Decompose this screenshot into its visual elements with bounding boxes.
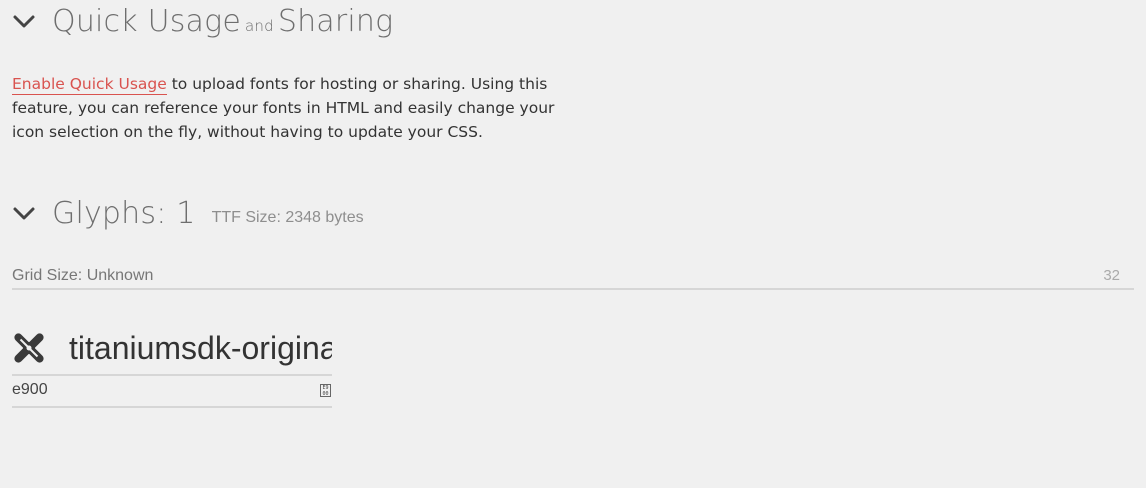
grid-size-value[interactable]: 32 — [1103, 267, 1120, 284]
glyph-code-input[interactable] — [12, 381, 312, 399]
title-end: Sharing — [277, 4, 394, 39]
glyph-name[interactable]: titaniumsdk-original — [69, 330, 332, 367]
glyphs-title: Glyphs: 1 — [52, 196, 196, 231]
grid-size-bar: Grid Size: Unknown 32 — [12, 266, 1134, 290]
glyph-card[interactable]: titaniumsdk-original E900 — [12, 322, 332, 408]
glyph-row[interactable]: titaniumsdk-original — [12, 322, 332, 376]
enable-quick-usage-link[interactable]: Enable Quick Usage — [12, 75, 167, 95]
glyphs-header: Glyphs: 1 TTF Size: 2348 bytes — [12, 196, 364, 231]
quick-usage-header: Quick Usage and Sharing — [12, 4, 393, 39]
chevron-down-icon[interactable] — [12, 202, 36, 226]
quick-usage-title: Quick Usage and Sharing — [52, 4, 393, 39]
grid-size-label: Grid Size: Unknown — [12, 267, 154, 284]
title-main: Quick Usage — [52, 4, 241, 39]
chevron-down-icon[interactable] — [12, 10, 36, 34]
ttf-size-label: TTF Size: 2348 bytes — [211, 208, 364, 226]
titanium-logo-icon — [14, 333, 44, 363]
quick-usage-description: Enable Quick Usage to upload fonts for h… — [12, 72, 582, 144]
glyph-code-row: E900 — [12, 376, 332, 408]
title-and: and — [245, 17, 274, 35]
unicode-glyph-icon[interactable]: E9 00 — [320, 384, 331, 397]
